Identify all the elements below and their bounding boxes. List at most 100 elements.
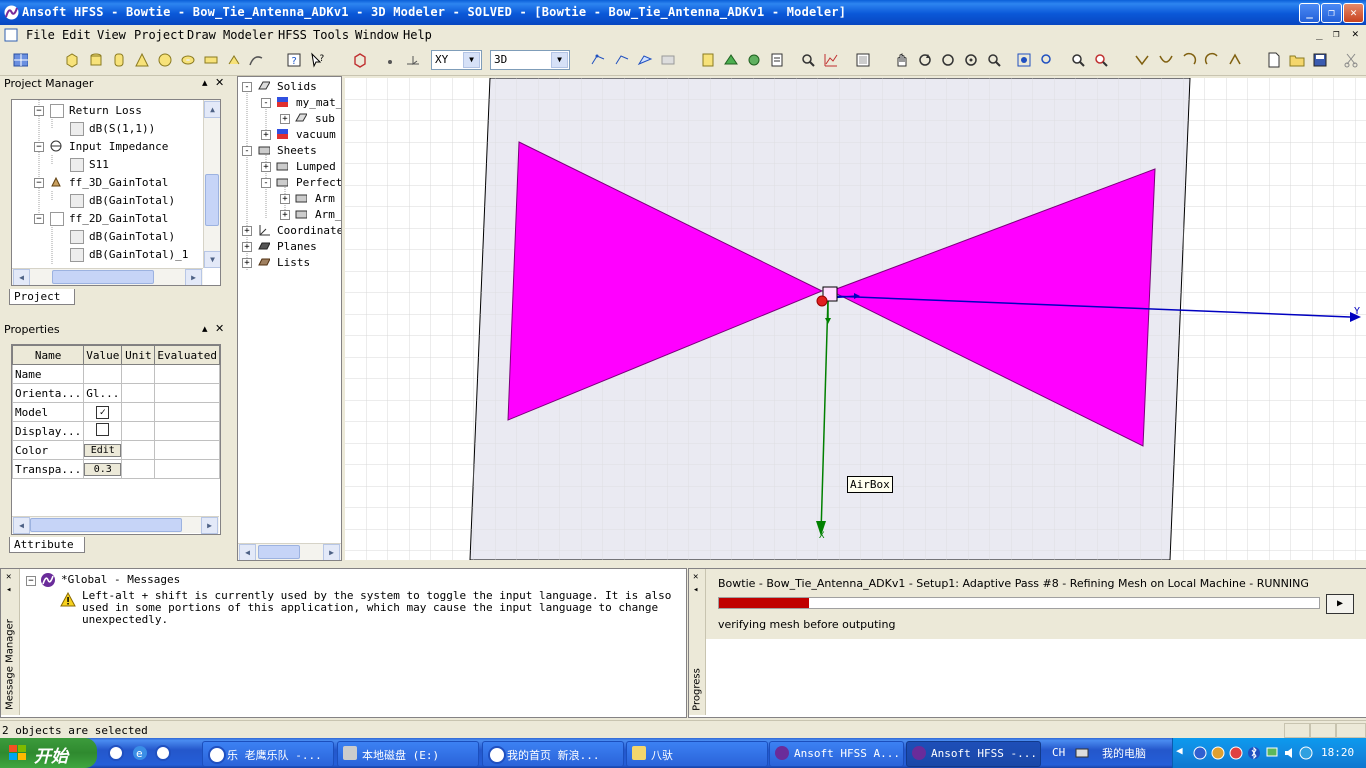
tab-attribute[interactable]: Attribute [9,537,85,553]
grid-plane-icon[interactable] [405,52,421,68]
column-header[interactable]: Value [83,345,123,365]
tree-item-sub[interactable]: sub [315,112,335,125]
taskbar-item[interactable]: 乐 老鹰乐队 -... [202,741,334,767]
tree-item-vacuum[interactable]: vacuum [296,128,336,141]
clock[interactable]: 18:20 [1321,746,1354,759]
tree-item-s11[interactable]: S11 [89,158,109,171]
collapse-icon[interactable]: - [261,98,271,108]
view-select[interactable]: 3D ▼ [490,50,570,70]
transparency-button[interactable]: 0.3 [84,462,121,476]
scroll-up-icon[interactable]: ▲ [204,101,220,118]
mdi-minimize-button[interactable]: _ [1316,27,1323,40]
expand-icon[interactable]: + [242,242,252,252]
rotate-icon[interactable] [917,52,933,68]
tray-expand-icon[interactable]: ◀ [1176,744,1183,757]
torus-icon[interactable] [180,52,196,68]
pin-icon[interactable]: ▴ [202,76,208,89]
select-face-icon[interactable] [637,52,653,68]
cut-icon[interactable] [1343,52,1359,68]
ie-icon[interactable]: e [132,745,148,761]
mdi-close-button[interactable]: ✕ [1352,27,1359,40]
menu-modeler[interactable]: Modeler [223,28,274,42]
tray-app-icon[interactable] [1211,746,1225,760]
tree-item-trace[interactable]: dB(GainTotal) [89,194,175,207]
maximize-button[interactable]: ❐ [1321,3,1342,23]
model-checkbox[interactable]: ✓ [83,402,123,422]
message-group[interactable]: *Global - Messages [61,573,180,586]
expand-icon[interactable]: + [280,114,290,124]
analyze-icon[interactable] [723,52,739,68]
column-header[interactable]: Evaluated [154,345,220,365]
scroll-thumb[interactable] [258,545,300,559]
report-icon[interactable] [769,52,785,68]
plane-select[interactable]: XY ▼ [431,50,482,70]
quicklaunch-icon[interactable] [155,745,171,761]
table-icon[interactable] [855,52,871,68]
my-computer-label[interactable]: 我的电脑 [1102,745,1146,761]
tab-project[interactable]: Project [9,289,75,305]
box-icon[interactable] [64,52,80,68]
draw-arc-icon[interactable] [1181,52,1197,68]
close-icon[interactable]: ✕ [6,572,11,582]
title-bar[interactable]: Ansoft HFSS - Bowtie - Bow_Tie_Antenna_A… [0,0,1366,25]
select-object-icon[interactable] [660,52,676,68]
expand-icon[interactable]: + [242,258,252,268]
quicklaunch-icon[interactable] [108,745,124,761]
menu-tools[interactable]: Tools [313,28,349,42]
taskbar-item-active[interactable]: Ansoft HFSS -... [906,741,1041,767]
new-file-icon[interactable] [1266,52,1282,68]
network-icon[interactable] [1265,746,1279,760]
field-overlay-icon[interactable] [746,52,762,68]
collapse-icon[interactable]: − [26,576,36,586]
taskbar-item[interactable]: 八驮 [626,741,768,767]
scroll-thumb[interactable] [52,270,154,284]
bluetooth-icon[interactable] [1247,746,1261,760]
cylinder-icon[interactable] [88,52,104,68]
horizontal-scrollbar[interactable]: ◀ ▶ [12,268,203,285]
save-icon[interactable] [1312,52,1328,68]
draw-equation-icon[interactable] [1227,52,1243,68]
column-header[interactable]: Name [12,345,85,365]
scroll-right-icon[interactable]: ▶ [185,269,202,285]
tree-item-perfect[interactable]: Perfect [296,176,341,189]
tree-item-input-impedance[interactable]: Input Impedance [69,140,168,153]
close-icon[interactable]: ✕ [215,322,224,335]
color-edit-button[interactable]: Edit [84,443,121,457]
helix-icon[interactable] [203,52,219,68]
help-pointer-icon[interactable]: ? [310,52,326,68]
scroll-left-icon[interactable]: ◀ [239,544,256,560]
zoom-in-out-icon[interactable] [986,52,1002,68]
scroll-right-icon[interactable]: ▶ [201,517,218,534]
vertical-scrollbar[interactable]: ▲ ▼ [203,100,220,268]
scroll-thumb[interactable] [205,174,219,226]
fit-all-icon[interactable] [1016,52,1032,68]
tree-item-arm-2[interactable]: Arm_ [315,208,341,221]
menu-help[interactable]: Help [403,28,432,42]
sphere-icon[interactable] [157,52,173,68]
plot-icon[interactable] [823,52,839,68]
fit-selection-icon[interactable] [1039,52,1055,68]
display-checkbox[interactable] [83,421,123,441]
tree-item-lists[interactable]: Lists [277,256,310,269]
scroll-right-icon[interactable]: ▶ [323,544,340,560]
horizontal-scrollbar[interactable]: ◀ ▶ [12,516,219,534]
menu-view[interactable]: View [97,28,126,42]
pan-hand-icon[interactable] [894,52,910,68]
collapse-icon[interactable]: - [242,146,252,156]
tree-item-return-loss[interactable]: Return Loss [69,104,142,117]
menu-window[interactable]: Window [355,28,398,42]
menu-file[interactable]: File [26,28,55,42]
expand-icon[interactable]: + [280,210,290,220]
mesh-icon[interactable] [12,51,28,67]
tree-item-arm[interactable]: Arm [315,192,335,205]
menu-hfss[interactable]: HFSS [278,28,307,42]
taskbar-item[interactable]: 我的首页 新浪... [482,741,624,767]
collapse-icon[interactable]: − [34,142,44,152]
tree-item-ff-2d[interactable]: ff_2D_GainTotal [69,212,168,225]
pin-icon[interactable]: ▴ [202,322,208,335]
minimize-button[interactable]: _ [1299,3,1320,23]
zoom-icon[interactable] [800,52,816,68]
validate-icon[interactable] [700,52,716,68]
scroll-left-icon[interactable]: ◀ [13,517,30,534]
select-vertex-icon[interactable] [590,52,606,68]
